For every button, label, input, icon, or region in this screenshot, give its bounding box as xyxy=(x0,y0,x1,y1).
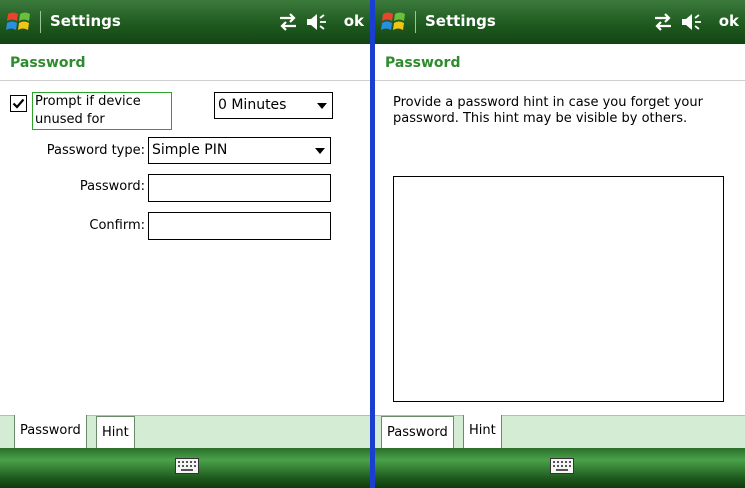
password-type-label: Password type: xyxy=(46,143,145,158)
chevron-down-icon xyxy=(315,148,325,154)
windows-flag-icon[interactable] xyxy=(6,9,32,35)
checkmark-icon xyxy=(12,98,25,109)
minutes-dropdown[interactable]: 0 Minutes xyxy=(214,92,333,119)
title-bar: Settings ok xyxy=(375,0,745,44)
connectivity-icon[interactable] xyxy=(651,12,675,32)
title-separator xyxy=(40,11,41,33)
tab-password[interactable]: Password xyxy=(14,415,87,449)
volume-icon[interactable] xyxy=(680,12,704,32)
page-header: Password xyxy=(375,50,745,81)
page-title: Password xyxy=(10,55,86,71)
windows-flag-icon[interactable] xyxy=(381,9,407,35)
password-input[interactable] xyxy=(148,174,331,202)
tab-hint[interactable]: Hint xyxy=(463,415,502,449)
window-title: Settings xyxy=(50,12,121,30)
keyboard-icon[interactable] xyxy=(175,458,199,474)
password-hint-panel: Provide a password hint in case you forg… xyxy=(375,81,745,415)
tab-hint[interactable]: Hint xyxy=(96,416,135,449)
connectivity-icon[interactable] xyxy=(276,12,300,32)
password-settings-panel: Prompt if device unused for 0 Minutes Pa… xyxy=(0,81,370,415)
page-header: Password xyxy=(0,50,370,81)
prompt-checkbox[interactable] xyxy=(10,95,27,112)
title-separator xyxy=(415,11,416,33)
title-bar: Settings ok xyxy=(0,0,370,44)
prompt-label[interactable]: Prompt if device unused for xyxy=(32,92,172,130)
keyboard-icon[interactable] xyxy=(550,458,574,474)
password-type-value: Simple PIN xyxy=(152,142,228,158)
password-type-dropdown[interactable]: Simple PIN xyxy=(148,137,331,164)
volume-icon[interactable] xyxy=(305,12,329,32)
password-label: Password: xyxy=(79,179,145,194)
ok-button[interactable]: ok xyxy=(344,11,364,31)
confirm-input[interactable] xyxy=(148,212,331,240)
hint-input[interactable] xyxy=(393,176,724,402)
window-title: Settings xyxy=(425,12,496,30)
chevron-down-icon xyxy=(317,103,327,109)
tab-password[interactable]: Password xyxy=(381,416,454,449)
tab-strip: Password Hint xyxy=(375,415,745,449)
confirm-label: Confirm: xyxy=(89,218,145,233)
minutes-value: 0 Minutes xyxy=(218,97,287,113)
menu-bar xyxy=(375,448,745,488)
tab-strip: Password Hint xyxy=(0,415,370,449)
ok-button[interactable]: ok xyxy=(719,11,739,31)
menu-bar xyxy=(0,448,370,488)
settings-password-screen: Settings ok Password Prompt if device un… xyxy=(0,0,370,488)
page-title: Password xyxy=(385,55,461,71)
hint-instructions: Provide a password hint in case you forg… xyxy=(393,95,703,126)
settings-hint-screen: Settings ok Password Provide a password … xyxy=(375,0,745,488)
